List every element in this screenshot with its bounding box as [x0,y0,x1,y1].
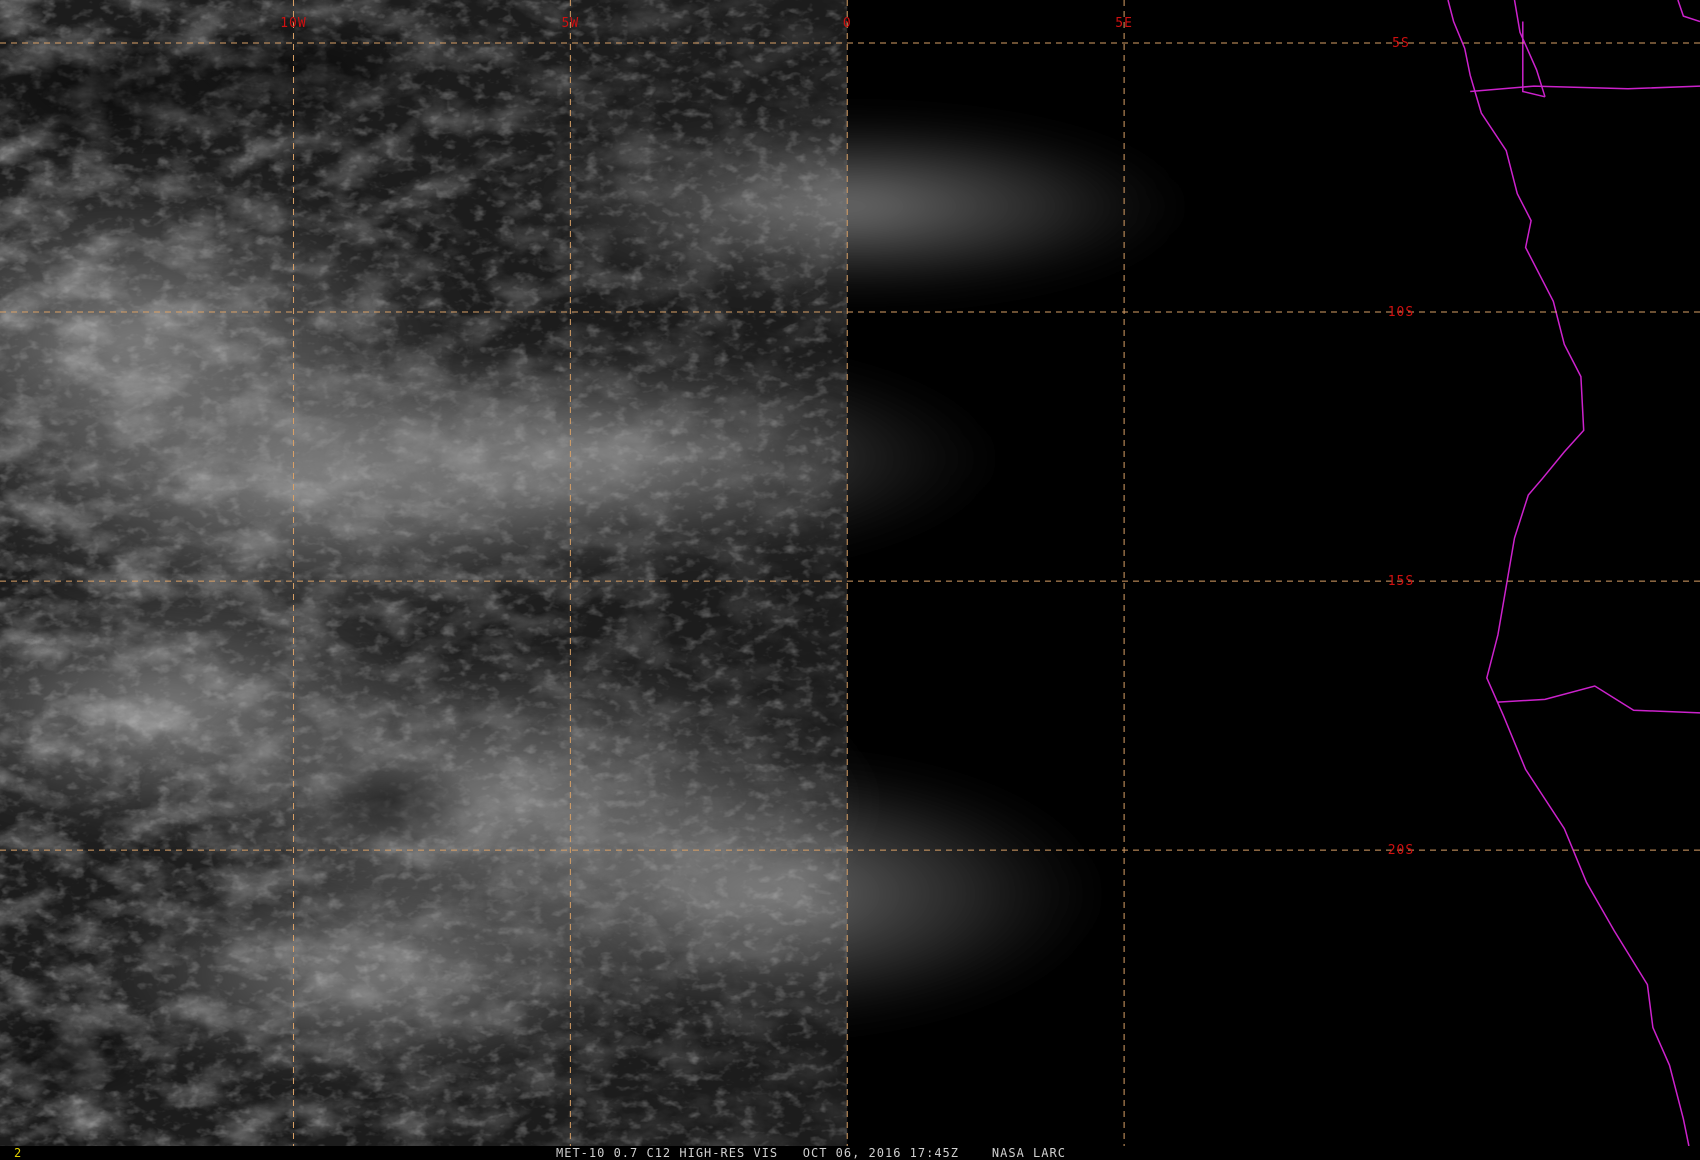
meridian-label: 5W [562,16,580,31]
satellite-map[interactable]: 10W 5W 0 5E 5S 10S 15S 20S [0,0,1700,1160]
image-caption: MET-10 0.7 C12 HIGH-RES VIS OCT 06, 2016… [556,1146,1066,1160]
status-bar: 2 MET-10 0.7 C12 HIGH-RES VIS OCT 06, 20… [0,1146,1700,1160]
meridian-label: 5E [1115,16,1133,31]
parallel-label: 20S [1388,843,1414,858]
cloud-mass [68,859,680,1089]
frame-number: 2 [14,1146,22,1160]
parallel-label: 10S [1388,305,1414,320]
cloud-mass [510,114,1190,298]
clear-sky-patch [306,756,476,849]
cloud-mass [187,343,1003,573]
meridian-label: 0 [843,16,852,31]
satellite-image-viewer[interactable]: 10W 5W 0 5E 5S 10S 15S 20S 2 MET-10 0.7 C12 HIG… [0,0,1700,1160]
parallel-label: 15S [1388,574,1414,589]
meridian-label: 10W [280,16,306,31]
parallel-label: 5S [1392,36,1410,51]
